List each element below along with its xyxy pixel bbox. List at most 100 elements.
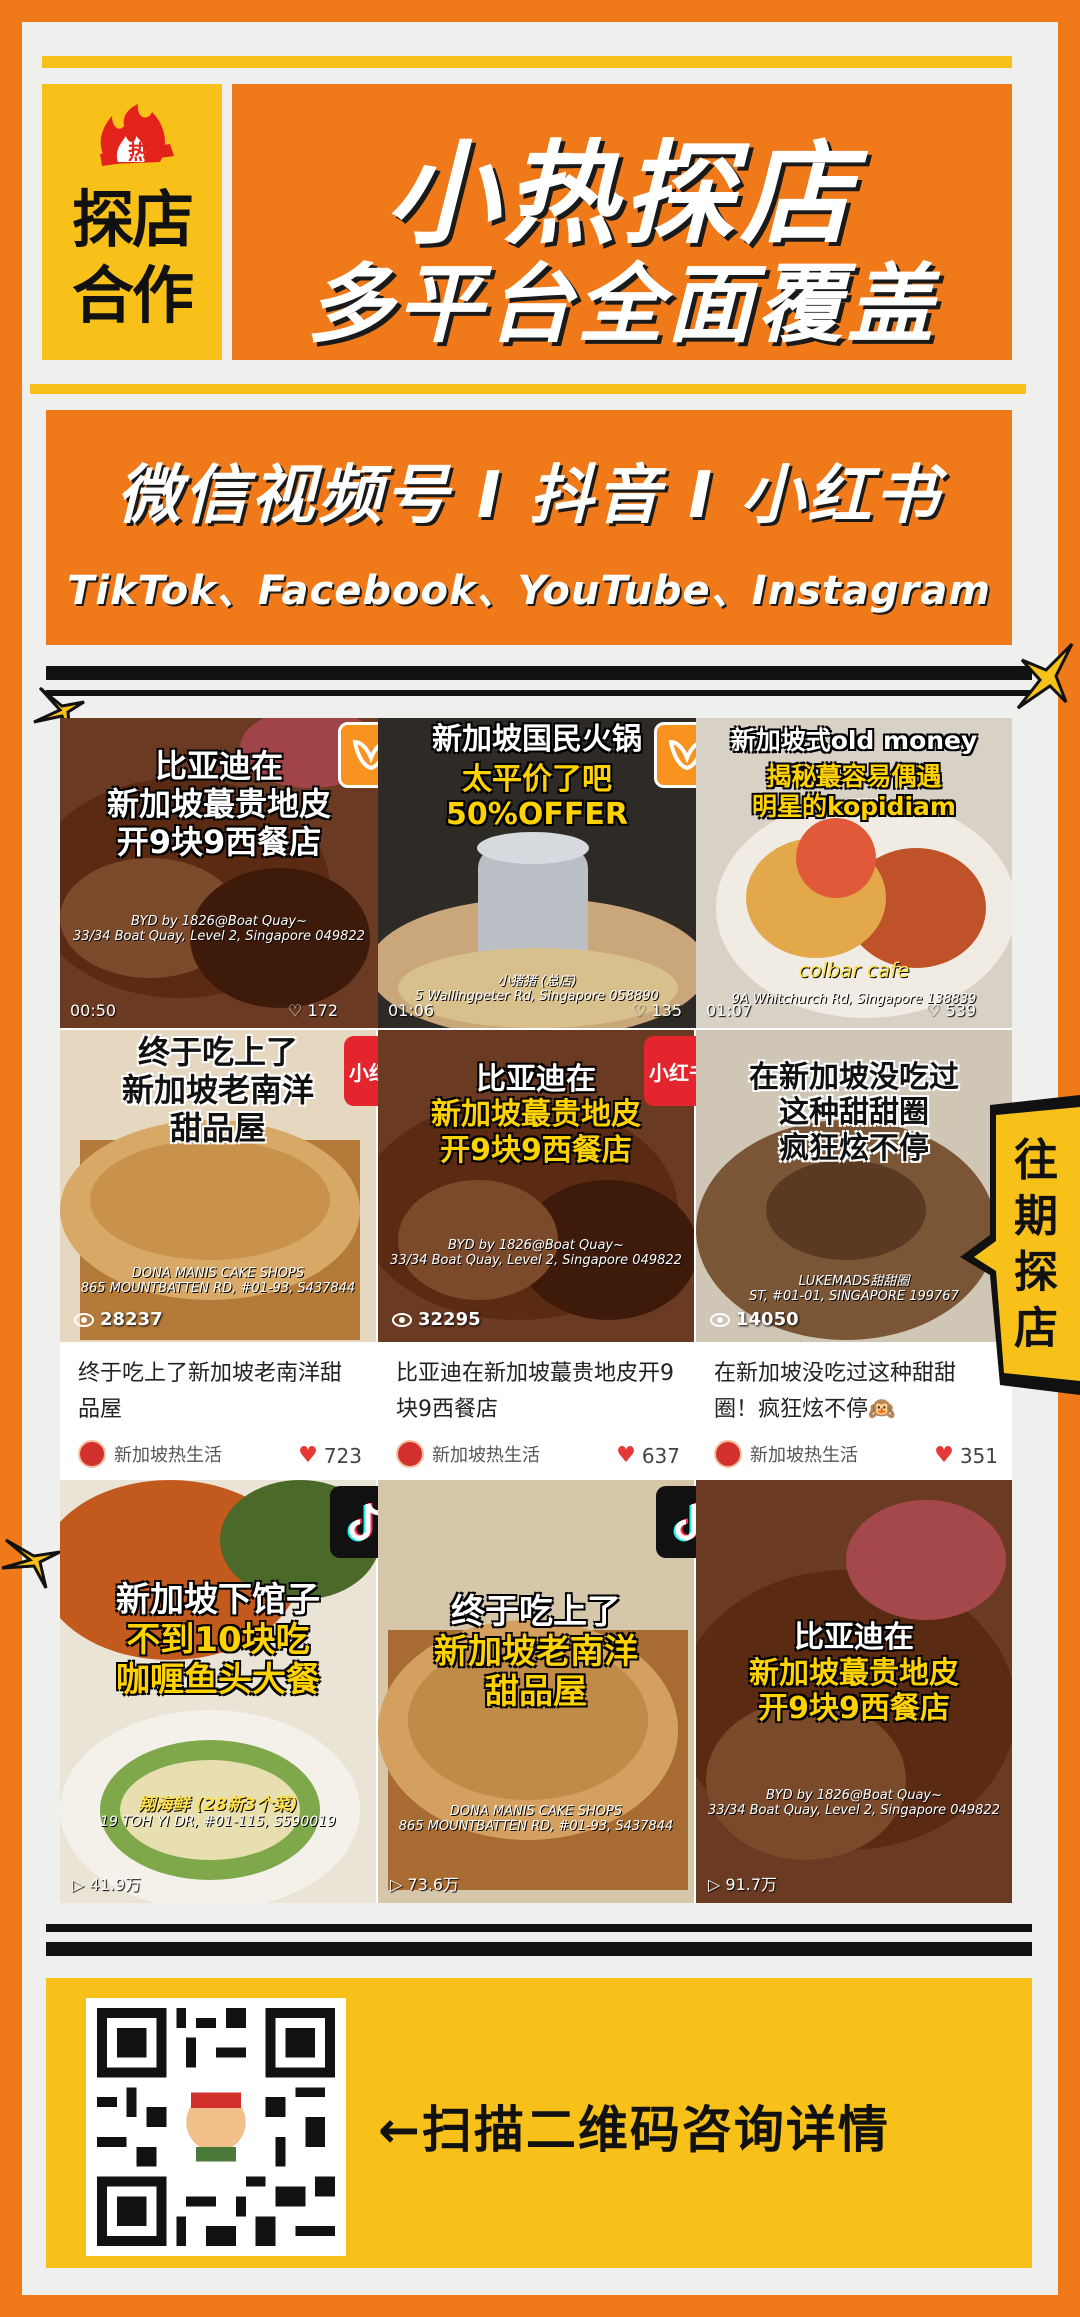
- overlay-title: 太平价了吧: [462, 762, 612, 797]
- overlay-title: 新加坡蕞贵地皮: [749, 1656, 959, 1691]
- qr-panel: ←扫描二维码咨询详情: [46, 1978, 1032, 2268]
- account-name: 新加坡热生活: [432, 1445, 540, 1466]
- duration: 01:07: [706, 1001, 753, 1020]
- overlay-title: 不到10块吃: [126, 1620, 310, 1660]
- like-count: ♡ 135: [632, 1001, 682, 1020]
- overlay-title: 明星的kopidiam: [752, 791, 956, 821]
- play-count: ▷ 73.6万: [390, 1875, 460, 1894]
- post-grid: 比亚迪在 新加坡蕞贵地皮 开9块9西餐店 BYD by 1826@Boat Qu…: [60, 718, 1012, 1903]
- like-count-value: 172: [307, 1001, 338, 1020]
- shop-name: 翔海鲜 (28新3个菜): [138, 1795, 298, 1815]
- duration: 01:06: [388, 1001, 435, 1020]
- fire-hot-icon: 热: [100, 104, 174, 166]
- overlay-title: 开9块9西餐店: [116, 822, 322, 861]
- view-count: 28237: [74, 1309, 163, 1330]
- overlay-title: 开9块9西餐店: [758, 1691, 950, 1727]
- xhs-caption-card[interactable]: 比亚迪在新加坡蕞贵地皮开9块9西餐店 新加坡热生活 ♥ 637: [378, 1342, 694, 1478]
- header-badge: 热 探店 合作: [42, 84, 222, 360]
- play-count-value: 41.9万: [89, 1875, 142, 1894]
- play-count-value: 91.7万: [725, 1875, 778, 1894]
- address-text: 小猪猪 (总店) 5 Wallingpeter Rd, Singapore 05…: [415, 974, 659, 1004]
- like-count[interactable]: ♥ 351: [934, 1443, 998, 1468]
- view-count-value: 14050: [736, 1309, 799, 1330]
- platform-cn-list: 微信视频号 I 抖音 I 小红书: [116, 459, 942, 533]
- post-caption: 比亚迪在新加坡蕞贵地皮开9块9西餐店: [396, 1361, 674, 1422]
- tiktok-video-card[interactable]: 比亚迪在 新加坡蕞贵地皮 开9块9西餐店 BYD by 1826@Boat Qu…: [696, 1480, 1012, 1903]
- eye-icon: [74, 1312, 94, 1327]
- avatar: [396, 1440, 424, 1468]
- eye-icon: [392, 1312, 412, 1327]
- heart-icon: ♥: [616, 1443, 636, 1468]
- overlay-title: 比亚迪在: [794, 1620, 914, 1655]
- xhs-post-card[interactable]: 终于吃上了 新加坡老南洋 甜品屋 DONA MANIS CAKE SHOPS 8…: [60, 1030, 376, 1342]
- address-text: DONA MANIS CAKE SHOPS 865 MOUNTBATTEN RD…: [80, 1266, 356, 1296]
- address-text: DONA MANIS CAKE SHOPS 865 MOUNTBATTEN RD…: [398, 1804, 674, 1834]
- address-text: BYD by 1826@Boat Quay~ 33/34 Boat Quay, …: [73, 914, 365, 944]
- overlay-title: 在新加坡没吃过: [749, 1060, 959, 1095]
- platform-panel: 微信视频号 I 抖音 I 小红书 TikTok、Facebook、YouTube…: [46, 410, 1012, 645]
- view-count-value: 32295: [418, 1309, 481, 1330]
- badge-text: 探店 合作: [50, 182, 214, 334]
- top-divider: [42, 56, 1012, 68]
- overlay-title: 终于吃上了: [451, 1592, 621, 1632]
- grid-bottom-bar: [46, 1924, 1032, 1932]
- like-count: ♡ 172: [288, 1001, 338, 1020]
- overlay-title: 开9块9西餐店: [440, 1132, 632, 1168]
- account-info: 新加坡热生活: [78, 1440, 222, 1468]
- video-card[interactable]: 新加坡国民火锅 太平价了吧 50%OFFER 小猪猪 (总店) 5 Wallin…: [378, 718, 696, 1028]
- overlay-title: 新加坡下馆子: [116, 1580, 320, 1620]
- heart-icon: ♥: [298, 1443, 318, 1468]
- view-count-value: 28237: [100, 1309, 163, 1330]
- svg-text:热: 热: [128, 140, 148, 164]
- overlay-title: 咖喱鱼头大餐: [116, 1660, 320, 1701]
- scan-qr-text: ←扫描二维码咨询详情: [378, 2101, 890, 2159]
- address-text: BYD by 1826@Boat Quay~ 33/34 Boat Quay, …: [708, 1788, 1000, 1818]
- like-count-value: 351: [959, 1443, 998, 1468]
- overlay-title: 揭秘蕞容易偶遇: [766, 762, 942, 791]
- tiktok-video-card[interactable]: 终于吃上了 新加坡老南洋 甜品屋 DONA MANIS CAKE SHOPS 8…: [378, 1480, 694, 1903]
- grid-top-bar: [46, 666, 1032, 680]
- qr-code-icon[interactable]: [86, 1998, 346, 2256]
- address-text: BYD by 1826@Boat Quay~ 33/34 Boat Quay, …: [390, 1238, 682, 1268]
- page-subtitle: 多平台全面覆盖: [307, 255, 937, 355]
- header-title-panel: 小热探店 多平台全面覆盖: [232, 84, 1012, 360]
- overlay-title: 甜品屋: [485, 1672, 587, 1713]
- like-count-value: 135: [651, 1001, 682, 1020]
- tiktok-video-card[interactable]: 新加坡下馆子 不到10块吃 咖喱鱼头大餐 翔海鲜 (28新3个菜) 19 TOH…: [60, 1480, 376, 1903]
- avatar: [78, 1440, 106, 1468]
- account-name: 新加坡热生活: [750, 1445, 858, 1466]
- like-count[interactable]: ♥ 637: [616, 1443, 680, 1468]
- post-caption: 在新加坡没吃过这种甜甜圈！疯狂炫不停🙉: [714, 1361, 957, 1422]
- shop-name: colbar cafe: [798, 958, 910, 982]
- post-caption: 终于吃上了新加坡老南洋甜品屋: [78, 1361, 343, 1422]
- overlay-title: 终于吃上了: [137, 1033, 298, 1071]
- overlay-title: 甜品屋: [169, 1108, 266, 1147]
- overlay-title: 新加坡式old money: [730, 726, 978, 755]
- like-count-value: 723: [323, 1443, 362, 1468]
- play-count-value: 73.6万: [407, 1875, 460, 1894]
- overlay-title: 新加坡蕞贵地皮: [106, 784, 331, 823]
- past-visits-label: 往期探店: [1014, 1135, 1058, 1354]
- badge-line2: 合作: [71, 259, 194, 332]
- view-count: 32295: [392, 1309, 481, 1330]
- overlay-title: 50%OFFER: [446, 797, 628, 833]
- video-card[interactable]: 比亚迪在 新加坡蕞贵地皮 开9块9西餐店 BYD by 1826@Boat Qu…: [60, 718, 378, 1028]
- address-text: 19 TOH YI DR, #01-115, S590019: [100, 1814, 336, 1830]
- duration: 00:50: [70, 1001, 117, 1020]
- grid-top-bar-thin: [46, 690, 1032, 696]
- account-info: 新加坡热生活: [714, 1440, 858, 1468]
- sparkle-icon: [1016, 642, 1074, 710]
- eye-icon: [710, 1312, 730, 1327]
- platform-en-list: TikTok、Facebook、YouTube、Instagram: [66, 568, 991, 614]
- overlay-title: 比亚迪在: [154, 747, 283, 785]
- xhs-caption-card[interactable]: 终于吃上了新加坡老南洋甜品屋 新加坡热生活 ♥ 723: [60, 1342, 376, 1478]
- view-count: 14050: [710, 1309, 799, 1330]
- like-count[interactable]: ♥ 723: [298, 1443, 362, 1468]
- avatar: [714, 1440, 742, 1468]
- like-count: ♡ 539: [926, 1001, 976, 1020]
- overlay-title: 新加坡老南洋: [121, 1070, 314, 1109]
- play-count: ▷ 41.9万: [72, 1875, 142, 1894]
- video-card[interactable]: 新加坡式old money 揭秘蕞容易偶遇 明星的kopidiam colbar…: [696, 718, 1012, 1028]
- overlay-title: 新加坡老南洋: [434, 1632, 638, 1672]
- badge-line1: 探店: [71, 183, 194, 256]
